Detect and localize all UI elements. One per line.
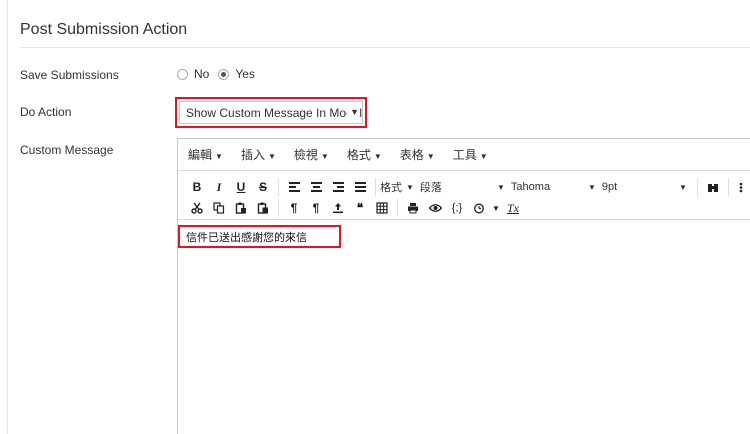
table-grid-icon[interactable] [371, 198, 393, 218]
toolbar-separator [397, 199, 398, 217]
editor-toolbar: B I U S 格式 ▼ 段落 ▼ Tahoma ▼ 9pt ▼ ¶ ¶ ❝ {… [178, 171, 750, 220]
clock-icon[interactable] [468, 198, 490, 218]
toolbar-separator [278, 199, 279, 217]
caret-down-icon: ▼ [479, 152, 488, 161]
caret-down-icon: ▼ [426, 152, 435, 161]
custom-message-label: Custom Message [20, 143, 114, 157]
menu-table[interactable]: 表格 ▼ [400, 146, 435, 163]
font-family-dropdown[interactable]: Tahoma ▼ [511, 181, 596, 193]
paste-text-icon[interactable] [252, 198, 274, 218]
caret-down-icon: ▼ [215, 152, 223, 161]
menu-view[interactable]: 檢視 ▼ [294, 146, 329, 163]
caret-down-icon: ▼ [373, 152, 382, 161]
strikethrough-button[interactable]: S [252, 177, 274, 197]
copy-icon[interactable] [208, 198, 230, 218]
print-icon[interactable] [402, 198, 424, 218]
formats-dropdown[interactable]: 格式 ▼ [380, 179, 414, 195]
block-format-dropdown[interactable]: 段落 ▼ [420, 179, 505, 195]
do-action-highlight: Show Custom Message In Modal ▼ [175, 97, 367, 128]
caret-down-icon: ▼ [267, 152, 276, 161]
save-submissions-radio-group: No Yes [177, 67, 264, 81]
radio-yes[interactable] [218, 68, 230, 80]
bold-button[interactable]: B [186, 177, 208, 197]
toolbar-row-2: ¶ ¶ ❝ {;} ▼ Tx [186, 197, 524, 219]
toolbar-separator [727, 178, 729, 196]
radio-yes-label[interactable]: Yes [235, 67, 255, 81]
align-center-icon[interactable] [305, 177, 327, 197]
save-submissions-label: Save Submissions [20, 68, 119, 82]
select-arrow-icon: ▼ [347, 107, 359, 117]
italic-button[interactable]: I [208, 177, 230, 197]
editor-menubar: 編輯 ▼ 插入 ▼ 檢視 ▼ 格式 ▼ 表格 ▼ 工具 ▼ [178, 139, 750, 171]
menu-tools[interactable]: 工具 ▼ [453, 146, 488, 163]
caret-down-icon: ▼ [497, 182, 505, 192]
toolbar-separator [278, 178, 279, 196]
toolbar-separator [375, 178, 376, 196]
radio-no-label[interactable]: No [194, 67, 209, 81]
caret-down-icon: ▼ [406, 182, 414, 192]
upload-icon[interactable] [327, 198, 349, 218]
toolbar-row-1: B I U S 格式 ▼ 段落 ▼ Tahoma ▼ 9pt ▼ [186, 176, 750, 198]
rich-text-editor: 編輯 ▼ 插入 ▼ 檢視 ▼ 格式 ▼ 表格 ▼ 工具 ▼ B I U S 格式 ▼ 段落 ▼ … [177, 138, 750, 434]
editor-content-text: 信件已送出感謝您的來信 [178, 225, 341, 248]
align-right-icon[interactable] [327, 177, 349, 197]
do-action-selected-value: Show Custom Message In Modal [186, 105, 363, 120]
menu-format[interactable]: 格式 ▼ [347, 146, 382, 163]
align-left-icon[interactable] [283, 177, 305, 197]
caret-down-icon: ▼ [320, 152, 329, 161]
font-size-dropdown[interactable]: 9pt ▼ [602, 181, 687, 193]
cut-icon[interactable] [186, 198, 208, 218]
radio-no[interactable] [177, 68, 188, 80]
menu-edit[interactable]: 編輯 ▼ [188, 146, 223, 163]
align-justify-icon[interactable] [349, 177, 371, 197]
caret-down-icon: ▼ [588, 182, 596, 192]
preview-eye-icon[interactable] [424, 198, 446, 218]
ltr-icon[interactable]: ¶ [283, 198, 305, 218]
paste-icon[interactable] [230, 198, 252, 218]
section-title: Post Submission Action [20, 21, 188, 38]
rtl-icon[interactable]: ¶ [305, 198, 327, 218]
underline-button[interactable]: U [230, 177, 252, 197]
section-divider [20, 47, 750, 48]
caret-down-icon: ▼ [679, 182, 687, 192]
clear-format-icon[interactable]: Tx [502, 198, 524, 218]
bullet-list-icon[interactable] [733, 177, 750, 197]
caret-down-icon[interactable]: ▼ [490, 198, 502, 218]
code-icon[interactable]: {;} [446, 198, 468, 218]
blockquote-icon[interactable]: ❝ [349, 198, 371, 218]
do-action-label: Do Action [20, 105, 72, 119]
toolbar-separator [696, 178, 698, 196]
menu-insert[interactable]: 插入 ▼ [241, 146, 276, 163]
do-action-select[interactable]: Show Custom Message In Modal ▼ [179, 101, 363, 124]
find-replace-icon[interactable] [702, 177, 724, 197]
